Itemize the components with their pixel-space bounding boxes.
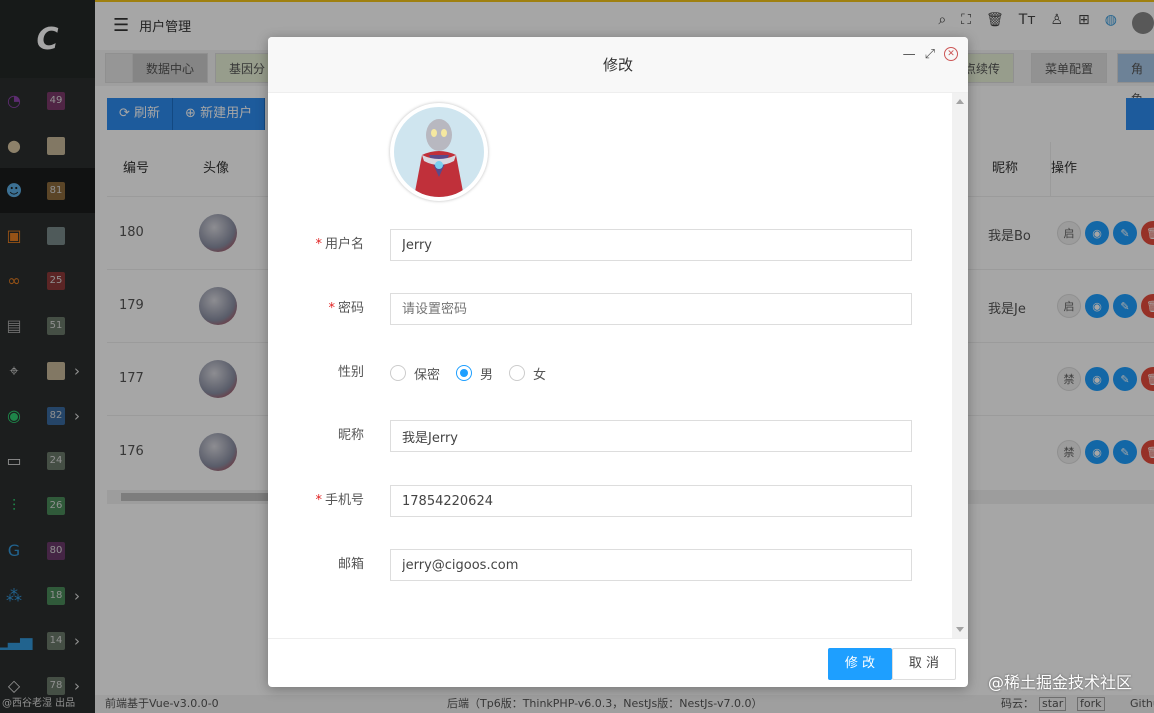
minimize-icon[interactable]: — xyxy=(903,47,916,62)
gender-radio-group: 保密 男 女 xyxy=(390,357,562,389)
phone-row: * 手机号 xyxy=(268,485,952,517)
email-label: 邮箱 xyxy=(337,557,364,572)
gender-radio-male[interactable] xyxy=(456,365,473,381)
app: C ◔ 49 ● ☻ 81 ▣ ∞ 25 ▤ 51 ⌖ › ◉ 82 › ▭ 24 ⫶ 26 G 80 ⁂ 18 › ▁▃▅ 14… xyxy=(0,0,1154,713)
gender-radio-female[interactable] xyxy=(509,365,526,381)
username-input[interactable] xyxy=(390,229,912,261)
modal-controls: — ⤢ ✕ xyxy=(903,47,958,62)
user-avatar-upload[interactable] xyxy=(390,103,488,201)
email-input[interactable] xyxy=(390,549,912,581)
scroll-down-icon[interactable] xyxy=(956,627,964,632)
password-input[interactable] xyxy=(390,293,912,325)
modal-footer: 修 改 取 消 xyxy=(268,638,968,687)
username-row: * 用户名 xyxy=(268,229,952,261)
edit-user-dialog: 修改 — ⤢ ✕ * 用户名 Jerry * 密码 性别 保密 男 女 昵称 我… xyxy=(268,37,968,687)
watermark: @稀土掘金技术社区 xyxy=(987,673,1132,692)
gender-radio-secret[interactable] xyxy=(390,365,406,381)
username-label: * 用户名 xyxy=(315,237,364,252)
password-label: * 密码 xyxy=(328,301,364,316)
phone-input[interactable] xyxy=(390,485,912,517)
nickname-label: 昵称 xyxy=(337,428,364,443)
cancel-button[interactable]: 取 消 xyxy=(892,648,956,680)
gender-row: 性别 保密 男 女 xyxy=(268,357,952,389)
gender-option-male[interactable]: 男 xyxy=(480,364,493,383)
gender-option-secret[interactable]: 保密 xyxy=(414,364,440,383)
modal-v-scrollbar[interactable] xyxy=(952,93,968,638)
ultraman-avatar-image xyxy=(414,119,464,197)
gender-option-female[interactable]: 女 xyxy=(533,364,546,383)
password-row: * 密码 xyxy=(268,293,952,325)
close-icon[interactable]: ✕ xyxy=(944,47,958,61)
email-row: 邮箱 xyxy=(268,549,952,581)
modal-title: 修改 xyxy=(268,37,968,93)
nickname-input[interactable] xyxy=(390,420,912,452)
maximize-icon[interactable]: ⤢ xyxy=(925,47,935,62)
submit-button[interactable]: 修 改 xyxy=(828,648,892,680)
nickname-row: 昵称 xyxy=(268,420,952,452)
gender-label: 性别 xyxy=(337,365,364,380)
phone-label: * 手机号 xyxy=(315,493,364,508)
scroll-up-icon[interactable] xyxy=(956,99,964,104)
modal-body: *用户名 *密码 性别 保密 男 女 昵称 xyxy=(268,93,952,638)
